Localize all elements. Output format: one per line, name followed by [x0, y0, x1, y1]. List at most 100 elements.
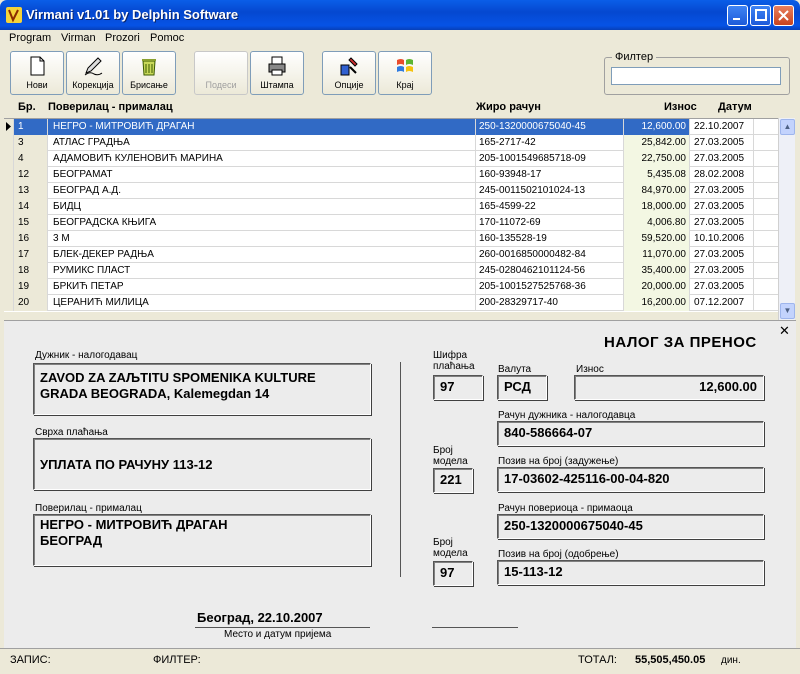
row-no: 12 — [14, 167, 48, 183]
payment-code-label: Шифра — [433, 350, 468, 361]
menu-program[interactable]: Program — [9, 32, 51, 44]
row-amount: 18,000.00 — [624, 199, 690, 215]
close-icon — [778, 10, 789, 21]
debtor-field[interactable]: ZAVOD ZA ZAЉTITU SPOMENIKA KULTURE GRADA… — [33, 363, 371, 415]
scroll-down-icon[interactable]: ▼ — [780, 303, 795, 319]
menu-virman[interactable]: Virman — [61, 32, 96, 44]
edit-button[interactable]: Корекција — [66, 51, 120, 95]
row-account: 160-135528-19 — [476, 231, 624, 247]
row-no: 15 — [14, 215, 48, 231]
scroll-up-icon[interactable]: ▲ — [780, 119, 795, 135]
debtor-line2: GRADA BEOGRADA, Kalemegdan 14 — [40, 386, 270, 401]
records-grid[interactable]: 1 НЕГРО - МИТРОВИЋ ДРАГАН 250-1320000675… — [4, 118, 780, 312]
currency-field[interactable]: РСД — [497, 375, 547, 400]
delete-button[interactable]: Брисање — [122, 51, 176, 95]
creditor-account-field[interactable]: 250-1320000675040-45 — [497, 514, 764, 539]
new-button[interactable]: Нови — [10, 51, 64, 95]
row-name: БЕОГРАД А.Д. — [48, 183, 476, 199]
row-date: 27.03.2005 — [690, 135, 754, 151]
row-account: 245-0280462101124-56 — [476, 263, 624, 279]
table-row[interactable]: 18 РУМИКС ПЛАСТ 245-0280462101124-56 35,… — [4, 263, 780, 279]
grid-scrollbar[interactable]: ▲ ▼ — [778, 118, 795, 320]
row-no: 17 — [14, 247, 48, 263]
row-amount: 11,070.00 — [624, 247, 690, 263]
ref-debit-field[interactable]: 17-03602-425116-00-04-820 — [497, 467, 764, 492]
options-tools-icon — [340, 57, 358, 76]
creditor-field[interactable]: НЕГРО - МИТРОВИЋ ДРАГАН БЕОГРАД — [33, 514, 371, 566]
row-account: 165-2717-42 — [476, 135, 624, 151]
table-row[interactable]: 14 БИДЦ 165-4599-22 18,000.00 27.03.2005 — [4, 199, 780, 215]
row-date: 27.03.2005 — [690, 199, 754, 215]
row-no: 1 — [14, 119, 48, 135]
row-account: 170-11072-69 — [476, 215, 624, 231]
model-label: Број — [433, 445, 453, 456]
row-no: 3 — [14, 135, 48, 151]
filter-input[interactable] — [611, 67, 781, 85]
row-indicator-icon — [4, 119, 14, 135]
row-name: БЛЕК-ДЕКЕР РАДЊА — [48, 247, 476, 263]
maximize-icon — [755, 9, 767, 21]
table-row[interactable]: 19 БРКИЋ ПЕТАР 205-1001527525768-36 20,0… — [4, 279, 780, 295]
place-date-label: Место и датум пријема — [224, 629, 332, 640]
grid-header: Бр. Поверилац - прималац Жиро рачун Изно… — [4, 99, 774, 117]
windows-flag-icon — [397, 59, 413, 72]
new-document-icon — [30, 56, 45, 76]
debtor-account-field[interactable]: 840-586664-07 — [497, 421, 764, 446]
model-label-credit: Број — [433, 537, 453, 548]
model-label2: модела — [433, 456, 468, 467]
model-label-credit2: модела — [433, 548, 468, 559]
settings-button[interactable]: Подеси — [194, 51, 248, 95]
row-no: 4 — [14, 151, 48, 167]
menu-pomoc[interactable]: Pomoc — [150, 32, 184, 44]
options-button[interactable]: Опције — [322, 51, 376, 95]
status-total-unit: дин. — [721, 655, 741, 666]
col-header-no[interactable]: Бр. — [18, 101, 36, 113]
col-header-name[interactable]: Поверилац - прималац — [48, 101, 173, 113]
row-date: 07.12.2007 — [690, 295, 754, 311]
creditor-account-label: Рачун повериоца - примаоца — [498, 503, 633, 514]
table-row[interactable]: 16 3 M 160-135528-19 59,520.00 10.10.200… — [4, 231, 780, 247]
model-field-credit[interactable]: 97 — [433, 561, 473, 586]
amount-field[interactable]: 12,600.00 — [574, 375, 764, 400]
table-row[interactable]: 3 АТЛАС ГРАДЊА 165-2717-42 25,842.00 27.… — [4, 135, 780, 151]
table-row[interactable]: 17 БЛЕК-ДЕКЕР РАДЊА 260-0016850000482-84… — [4, 247, 780, 263]
print-label: Штампа — [260, 80, 294, 90]
purpose-field[interactable]: УПЛАТА ПО РАЧУНУ 113-12 — [33, 438, 371, 490]
table-row[interactable]: 1 НЕГРО - МИТРОВИЋ ДРАГАН 250-1320000675… — [4, 119, 780, 135]
print-button[interactable]: Штампа — [250, 51, 304, 95]
table-row[interactable]: 15 БЕОГРАДСКА КЊИГА 170-11072-69 4,006.8… — [4, 215, 780, 231]
row-date: 27.03.2005 — [690, 263, 754, 279]
filter-legend: Филтер — [612, 51, 657, 63]
payment-code-field[interactable]: 97 — [433, 375, 483, 400]
printer-icon — [268, 56, 286, 76]
purpose-label: Сврха плаћања — [35, 427, 108, 438]
table-row[interactable]: 20 ЦЕРАНИЋ МИЛИЦА 200-28329717-40 16,200… — [4, 295, 780, 311]
row-name: БРКИЋ ПЕТАР — [48, 279, 476, 295]
col-header-date[interactable]: Датум — [718, 101, 752, 113]
maximize-button[interactable] — [750, 5, 771, 26]
window-title: Virmani v1.01 by Delphin Software — [26, 7, 239, 22]
row-no: 19 — [14, 279, 48, 295]
close-button[interactable] — [773, 5, 794, 26]
place-date: Београд, 22.10.2007 — [197, 610, 323, 625]
col-header-account[interactable]: Жиро рачун — [476, 101, 541, 113]
ref-credit-field[interactable]: 15-113-12 — [497, 560, 764, 585]
close-panel-icon[interactable]: ✕ — [779, 323, 790, 339]
model-field-debit[interactable]: 221 — [433, 468, 473, 493]
row-amount: 35,400.00 — [624, 263, 690, 279]
table-row[interactable]: 13 БЕОГРАД А.Д. 245-0011502101024-13 84,… — [4, 183, 780, 199]
table-row[interactable]: 12 БЕОГРАМАТ 160-93948-17 5,435.08 28.02… — [4, 167, 780, 183]
minimize-button[interactable] — [727, 5, 748, 26]
signature-line — [432, 627, 518, 628]
table-row[interactable]: 4 АДАМОВИЋ КУЛЕНОВИЋ МАРИНА 205-10015496… — [4, 151, 780, 167]
options-label: Опције — [334, 80, 364, 90]
order-title: НАЛОГ ЗА ПРЕНОС — [604, 334, 757, 351]
menu-prozori[interactable]: Prozori — [105, 32, 140, 44]
col-header-amount[interactable]: Износ — [664, 101, 697, 113]
row-no: 14 — [14, 199, 48, 215]
exit-button[interactable]: Крај — [378, 51, 432, 95]
row-amount: 20,000.00 — [624, 279, 690, 295]
row-name: БЕОГРАДСКА КЊИГА — [48, 215, 476, 231]
row-no: 20 — [14, 295, 48, 311]
payment-code-label2: плаћања — [433, 361, 475, 372]
